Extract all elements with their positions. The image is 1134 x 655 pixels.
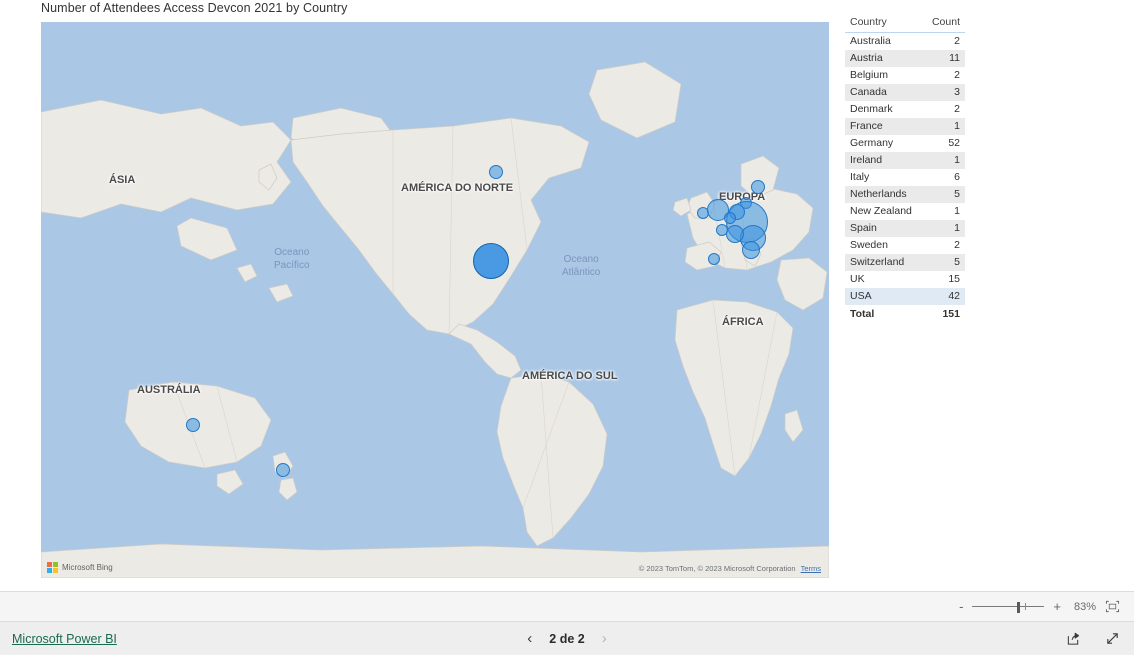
cell-count: 52 bbox=[948, 137, 960, 149]
map-visual[interactable]: ÁSIA AMÉRICA DO NORTE EUROPA ÁFRICA AMÉR… bbox=[41, 22, 829, 578]
table: Country Count Australia 2 Austria 11 Belgium… bbox=[845, 14, 965, 323]
cell-country: Belgium bbox=[850, 69, 888, 81]
table-row[interactable]: UK 15 bbox=[845, 271, 965, 288]
cell-total-count: 151 bbox=[923, 304, 965, 323]
report-canvas: Number of Attendees Access Devcon 2021 b… bbox=[0, 0, 1134, 591]
report-footer: Microsoft Power BI ‹ 2 de 2 › bbox=[0, 621, 1134, 655]
bing-logo-squares bbox=[47, 562, 58, 573]
cell-count: 3 bbox=[923, 83, 965, 101]
cell-country: Canada bbox=[845, 83, 924, 101]
column-header-country[interactable]: Country bbox=[845, 14, 924, 33]
table-row[interactable]: USA 42 bbox=[845, 287, 965, 305]
cell-count: 1 bbox=[923, 151, 965, 169]
map-copyright-text: © 2023 TomTom, © 2023 Microsoft Corporat… bbox=[638, 564, 796, 573]
map-bubble-switzerland[interactable] bbox=[726, 225, 744, 243]
table-row[interactable]: France 1 bbox=[845, 117, 965, 135]
cell-country: Spain bbox=[845, 219, 924, 237]
cell-count: 2 bbox=[954, 35, 960, 47]
table-row[interactable]: Netherlands 5 bbox=[845, 185, 965, 203]
bing-logo: Microsoft Bing bbox=[47, 562, 113, 573]
page-indicator-label: 2 de 2 bbox=[549, 631, 585, 646]
table-row[interactable]: Spain 1 bbox=[845, 219, 965, 237]
fullscreen-icon[interactable] bbox=[1105, 631, 1120, 646]
table-row[interactable]: Australia 2 bbox=[845, 33, 965, 50]
zoom-slider[interactable] bbox=[972, 601, 1045, 613]
page-navigation: ‹ 2 de 2 › bbox=[527, 631, 606, 646]
table-body: Australia 2 Austria 11 Belgium 2 Canada 3 Denmar… bbox=[845, 33, 965, 323]
table-row[interactable]: New Zealand 1 bbox=[845, 203, 965, 220]
cell-country: Netherlands bbox=[845, 185, 924, 203]
cell-count: 1 bbox=[954, 205, 960, 217]
table-head: Country Count bbox=[845, 14, 965, 33]
zoom-percent-label: 83% bbox=[1073, 600, 1096, 613]
cell-country: Australia bbox=[850, 35, 891, 47]
map-attribution: © 2023 TomTom, © 2023 Microsoft Corporat… bbox=[639, 564, 821, 573]
chevron-left-icon[interactable]: ‹ bbox=[527, 631, 532, 646]
table-row[interactable]: Ireland 1 bbox=[845, 151, 965, 169]
power-bi-report-viewer: Number of Attendees Access Devcon 2021 b… bbox=[0, 0, 1134, 655]
table-row[interactable]: Switzerland 5 bbox=[845, 253, 965, 271]
cell-country: Italy bbox=[850, 171, 870, 183]
table-row[interactable]: Denmark 2 bbox=[845, 101, 965, 118]
table-row[interactable]: Belgium 2 bbox=[845, 67, 965, 84]
cell-country: Austria bbox=[845, 49, 924, 67]
zoom-slider-thumb[interactable] bbox=[1017, 601, 1021, 613]
chevron-right-icon[interactable]: › bbox=[602, 631, 607, 646]
cell-country: Denmark bbox=[850, 103, 893, 115]
bing-logo-label: Microsoft Bing bbox=[62, 563, 113, 572]
cell-country: Ireland bbox=[845, 151, 924, 169]
cell-count: 15 bbox=[948, 273, 960, 285]
cell-count: 42 bbox=[923, 287, 965, 305]
column-header-count[interactable]: Count bbox=[923, 14, 965, 33]
cell-country: Sweden bbox=[850, 239, 888, 251]
map-bubble-australia[interactable] bbox=[186, 418, 200, 432]
cell-count: 1 bbox=[923, 117, 965, 135]
cell-count: 2 bbox=[954, 69, 960, 81]
zoom-in-button[interactable]: + bbox=[1053, 600, 1061, 613]
table-row[interactable]: Italy 6 bbox=[845, 169, 965, 186]
map-bubble-usa[interactable] bbox=[473, 243, 509, 279]
map-base-layer bbox=[41, 22, 829, 578]
table-header-row: Country Count bbox=[845, 14, 965, 33]
cell-count: 5 bbox=[923, 185, 965, 203]
country-count-table[interactable]: Country Count Australia 2 Austria 11 Belgium… bbox=[845, 14, 965, 323]
map-bubble-belgium[interactable] bbox=[724, 212, 736, 224]
cell-country: France bbox=[845, 117, 924, 135]
map-bubble-new-zealand[interactable] bbox=[276, 463, 290, 477]
cell-count: 2 bbox=[954, 103, 960, 115]
cell-total-label: Total bbox=[845, 304, 924, 323]
table-row[interactable]: Canada 3 bbox=[845, 83, 965, 101]
cell-count: 5 bbox=[923, 253, 965, 271]
zoom-slider-tick bbox=[1025, 603, 1027, 610]
map-bubble-italy[interactable] bbox=[742, 241, 760, 259]
map-bubble-sweden[interactable] bbox=[751, 180, 765, 194]
zoom-bar: - + 83% bbox=[0, 591, 1134, 621]
zoom-out-button[interactable]: - bbox=[959, 600, 963, 613]
cell-country: New Zealand bbox=[850, 205, 912, 217]
table-total-row: Total 151 bbox=[845, 304, 965, 323]
cell-count: 6 bbox=[954, 171, 960, 183]
cell-country: Switzerland bbox=[845, 253, 924, 271]
map-terms-link[interactable]: Terms bbox=[801, 564, 821, 573]
table-row[interactable]: Germany 52 bbox=[845, 135, 965, 152]
share-icon[interactable] bbox=[1066, 631, 1081, 646]
map-bubble-france[interactable] bbox=[716, 224, 728, 236]
cell-count: 1 bbox=[923, 219, 965, 237]
table-row[interactable]: Austria 11 bbox=[845, 49, 965, 67]
fit-to-screen-icon[interactable] bbox=[1105, 600, 1120, 613]
page-title: Number of Attendees Access Devcon 2021 b… bbox=[41, 1, 348, 15]
zoom-slider-rail bbox=[972, 606, 1045, 607]
map-bubble-spain[interactable] bbox=[708, 253, 720, 265]
cell-count: 11 bbox=[923, 49, 965, 67]
microsoft-power-bi-link[interactable]: Microsoft Power BI bbox=[12, 632, 117, 646]
cell-count: 2 bbox=[954, 239, 960, 251]
cell-country: UK bbox=[850, 273, 865, 285]
cell-country: USA bbox=[845, 287, 924, 305]
table-row[interactable]: Sweden 2 bbox=[845, 237, 965, 254]
cell-country: Germany bbox=[850, 137, 894, 149]
footer-actions bbox=[1066, 631, 1120, 646]
map-bubble-canada[interactable] bbox=[489, 165, 503, 179]
